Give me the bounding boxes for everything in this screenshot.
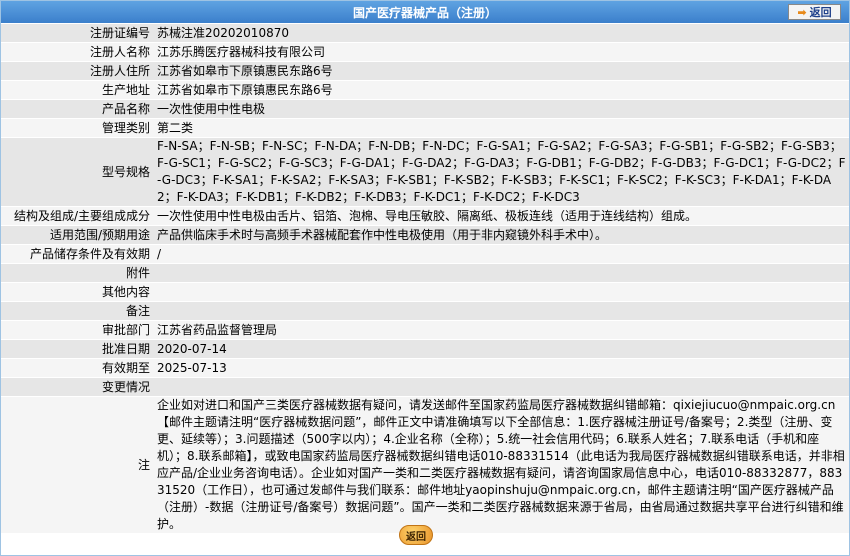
row-value: 江苏省药品监督管理局 bbox=[154, 320, 849, 340]
back-button-bottom[interactable]: 返回 bbox=[399, 525, 433, 545]
note-text: 企业如对进口和国产三类医疗器械数据有疑问，请发送邮件至国家药监局医疗器械数据纠错… bbox=[154, 396, 849, 534]
row-label: 附件 bbox=[1, 263, 154, 283]
row-registrant-address: 注册人住所 江苏省如皋市下原镇惠民东路6号 bbox=[1, 61, 849, 81]
back-button-top[interactable]: ➡ 返回 bbox=[788, 4, 841, 20]
row-label: 其他内容 bbox=[1, 282, 154, 302]
row-value: 江苏省如皋市下原镇惠民东路6号 bbox=[154, 80, 849, 100]
row-value: 江苏省如皋市下原镇惠民东路6号 bbox=[154, 61, 849, 81]
row-label: 注 bbox=[1, 396, 154, 534]
row-value: 一次性使用中性电极 bbox=[154, 99, 849, 119]
row-label: 变更情况 bbox=[1, 377, 154, 397]
row-approval-date: 批准日期 2020-07-14 bbox=[1, 339, 849, 359]
row-value: 第二类 bbox=[154, 118, 849, 138]
row-label: 结构及组成/主要组成成分 bbox=[1, 206, 154, 226]
row-approval-dept: 审批部门 江苏省药品监督管理局 bbox=[1, 320, 849, 340]
row-changes: 变更情况 bbox=[1, 377, 849, 397]
row-value bbox=[154, 377, 849, 397]
row-label: 生产地址 bbox=[1, 80, 154, 100]
row-intended-use: 适用范围/预期用途 产品供临床手术时与高频手术器械配套作中性电极使用（用于非内窥镜… bbox=[1, 225, 849, 245]
row-label: 产品名称 bbox=[1, 99, 154, 119]
row-remarks: 备注 bbox=[1, 301, 849, 321]
row-value bbox=[154, 301, 849, 321]
row-note: 注企业如对进口和国产三类医疗器械数据有疑问，请发送邮件至国家药监局医疗器械数据纠… bbox=[1, 396, 849, 534]
row-models: 型号规格 F-N-SA；F-N-SB；F-N-SC；F-N-DA；F-N-DB；F… bbox=[1, 137, 849, 207]
row-label: 注册证编号 bbox=[1, 24, 154, 43]
row-label: 批准日期 bbox=[1, 339, 154, 359]
row-value: / bbox=[154, 244, 849, 264]
row-storage: 产品储存条件及有效期 / bbox=[1, 244, 849, 264]
row-valid-until: 有效期至 2025-07-13 bbox=[1, 358, 849, 378]
row-value: 苏械注准20202010870 bbox=[154, 24, 849, 43]
row-reg-no: 注册证编号 苏械注准20202010870 bbox=[1, 24, 849, 43]
row-value bbox=[154, 282, 849, 302]
row-value bbox=[154, 263, 849, 283]
row-value: F-N-SA；F-N-SB；F-N-SC；F-N-DA；F-N-DB；F-N-D… bbox=[154, 137, 849, 207]
row-label: 有效期至 bbox=[1, 358, 154, 378]
row-other: 其他内容 bbox=[1, 282, 849, 302]
row-composition: 结构及组成/主要组成成分 一次性使用中性电极由舌片、铝箔、泡棉、导电压敏胶、隔离纸… bbox=[1, 206, 849, 226]
row-product-name: 产品名称 一次性使用中性电极 bbox=[1, 99, 849, 119]
page-frame: 国产医疗器械产品（注册） ➡ 返回 注册证编号 苏械注准20202010870 注… bbox=[0, 0, 850, 556]
row-label: 产品储存条件及有效期 bbox=[1, 244, 154, 264]
row-value: 2020-07-14 bbox=[154, 339, 849, 359]
page-title: 国产医疗器械产品（注册） bbox=[352, 6, 497, 20]
title-bar: 国产医疗器械产品（注册） ➡ 返回 bbox=[1, 1, 849, 23]
row-label: 备注 bbox=[1, 301, 154, 321]
row-value: 2025-07-13 bbox=[154, 358, 849, 378]
row-label: 管理类别 bbox=[1, 118, 154, 138]
row-attachment: 附件 bbox=[1, 263, 849, 283]
row-value: 产品供临床手术时与高频手术器械配套作中性电极使用（用于非内窥镜外科手术中）。 bbox=[154, 225, 849, 245]
row-label: 适用范围/预期用途 bbox=[1, 225, 154, 245]
row-value: 一次性使用中性电极由舌片、铝箔、泡棉、导电压敏胶、隔离纸、极板连线（适用于连线结… bbox=[154, 206, 849, 226]
back-button-label: 返回 bbox=[809, 6, 832, 19]
row-registrant: 注册人名称 江苏乐腾医疗器械科技有限公司 bbox=[1, 42, 849, 62]
arrow-right-icon: ➡ bbox=[797, 5, 807, 19]
detail-table: 注册证编号 苏械注准20202010870 注册人名称 江苏乐腾医疗器械科技有限公司… bbox=[1, 24, 849, 534]
row-value: 江苏乐腾医疗器械科技有限公司 bbox=[154, 42, 849, 62]
row-production-address: 生产地址 江苏省如皋市下原镇惠民东路6号 bbox=[1, 80, 849, 100]
row-category: 管理类别 第二类 bbox=[1, 118, 849, 138]
row-label: 注册人名称 bbox=[1, 42, 154, 62]
row-label: 注册人住所 bbox=[1, 61, 154, 81]
row-label: 型号规格 bbox=[1, 137, 154, 207]
row-label: 审批部门 bbox=[1, 320, 154, 340]
